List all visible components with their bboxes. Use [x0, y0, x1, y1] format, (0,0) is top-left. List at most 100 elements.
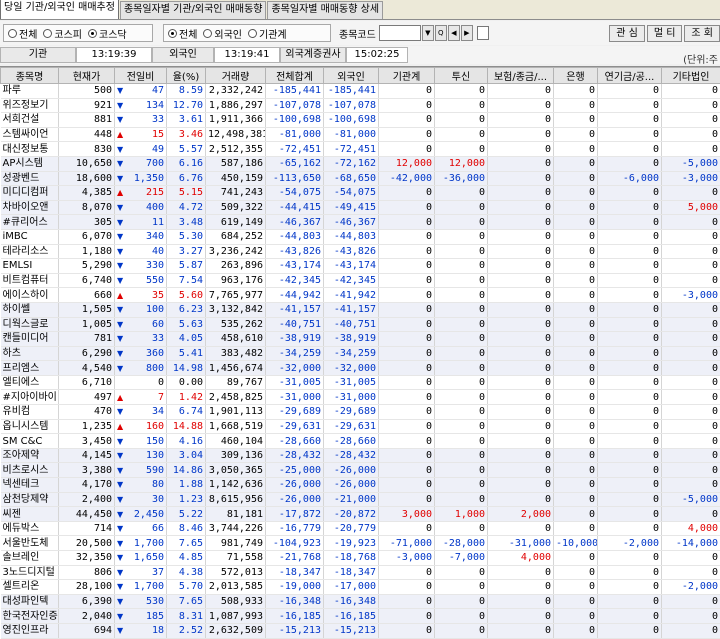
- net-trade-value: 0: [553, 302, 598, 318]
- volume: 81,181: [205, 506, 266, 522]
- current-price: 714: [58, 521, 115, 537]
- table-row[interactable]: 에이스하이 660 ▲ 35 5.60 7,765,977 -44,942 -41,942 0 0…: [0, 287, 720, 303]
- table-row[interactable]: 디웍스글로 1,005 ▼ 60 5.63 535,262 -40,751 -40,751 0 0…: [0, 317, 720, 333]
- table-row[interactable]: EMLSI 5,290 ▼ 330 5.87 263,896 -43,174 -43,174 0…: [0, 258, 720, 274]
- net-trade-value: 0: [597, 127, 662, 143]
- table-row[interactable]: iMBC 6,070 ▼ 340 5.30 684,252 -44,803 -44,803 0 0…: [0, 229, 720, 245]
- net-trade-value: 0: [378, 127, 435, 143]
- next-arrow-icon[interactable]: ▶: [460, 25, 473, 41]
- col-header[interactable]: 현재가: [58, 67, 115, 84]
- table-row[interactable]: 씨젠 44,450 ▼ 2,450 5.22 81,181 -17,872 -20,872 3,…: [0, 506, 720, 522]
- table-row[interactable]: 엘티에스 6,710 0 0.00 89,767 -31,005 -31,005 0 0 0 0 0…: [0, 375, 720, 391]
- table-row[interactable]: 조아제약 4,145 ▼ 130 3.04 309,136 -28,432 -28,432 0 0…: [0, 448, 720, 464]
- table-row[interactable]: AP시스템 10,650 ▼ 700 6.16 587,186 -65,162 -72,162…: [0, 156, 720, 172]
- net-trade-value: 0: [434, 360, 488, 376]
- prev-arrow-icon[interactable]: ◀: [447, 25, 460, 41]
- col-header[interactable]: 율(%): [166, 67, 206, 84]
- table-row[interactable]: 대성파인텍 6,390 ▼ 530 7.65 508,933 -16,348 -16,348 0…: [0, 594, 720, 610]
- net-trade-value: 2,000: [487, 506, 554, 522]
- table-row[interactable]: #지아이바이 497 ▲ 7 1.42 2,458,825 -31,000 -31,000 0 0…: [0, 389, 720, 406]
- table-row[interactable]: 하츠 6,290 ▼ 360 5.41 383,482 -34,259 -34,259 0 0 0 0…: [0, 346, 720, 362]
- code-dropdown-button[interactable]: ▼: [421, 25, 434, 41]
- investor-radio-all[interactable]: 전체: [168, 26, 197, 41]
- table-row[interactable]: 프리엠스 4,540 ▼ 800 14.98 1,456,674 -32,000 -32,00…: [0, 360, 720, 376]
- table-row[interactable]: 유비컴 470 ▼ 34 6.74 1,901,113 -29,689 -29,689 0 0 0 0…: [0, 404, 720, 420]
- net-trade-value: 0: [597, 608, 662, 624]
- stock-name: 캔들미디어: [0, 331, 59, 347]
- table-row[interactable]: 서울반도체 20,500 ▼ 1,700 7.65 981,749 -104,923 -19,…: [0, 535, 720, 551]
- tab-daily-inst-foreign[interactable]: 당일 기관/외국인 매매추정: [0, 0, 119, 19]
- stock-name: 하이쎌: [0, 302, 59, 318]
- col-header[interactable]: 은행: [553, 67, 598, 84]
- col-header[interactable]: 기타법인: [661, 67, 720, 84]
- table-row[interactable]: 한국전자인증 2,040 ▼ 185 8.31 1,087,993 -16,185 -16,1…: [0, 608, 720, 624]
- price-change-value: 0: [157, 377, 164, 389]
- table-row[interactable]: 위즈정보기 921 ▼ 134 12.70 1,886,297 -107,078 -107,0…: [0, 98, 720, 114]
- favorites-button[interactable]: 관 심: [609, 24, 645, 42]
- stock-name: 디웍스글로: [0, 317, 59, 333]
- code-search-icon[interactable]: Q: [434, 25, 447, 41]
- table-row[interactable]: 스템싸이언 448 ▲ 15 3.46 12,498,381 -81,000 -81,000 0…: [0, 127, 720, 143]
- net-trade-value: 0: [661, 273, 720, 289]
- table-row[interactable]: 3노드디지털 806 ▼ 37 4.38 572,013 -18,347 -18,347 0 0 0…: [0, 565, 720, 581]
- col-header[interactable]: 연기금/공...: [597, 67, 662, 84]
- table-row[interactable]: 대신정보통 830 ▼ 49 5.57 2,512,355 -72,451 -72,451 0 0…: [0, 141, 720, 157]
- table-row[interactable]: 미디디컴퍼 4,385 ▲ 215 5.15 741,243 -54,075 -54,075 0…: [0, 185, 720, 201]
- net-trade-value: 0: [487, 112, 554, 128]
- net-trade-value: 0: [661, 83, 720, 99]
- time-bar: 기관 13:19:39 외국인 13:19:41 외국계증권사 15:02:25: [0, 46, 720, 64]
- net-trade-value: -21,768: [265, 550, 324, 566]
- table-row[interactable]: #큐리어스 305 ▼ 11 3.48 619,149 -46,367 -46,367 0 0 0 0…: [0, 214, 720, 230]
- net-trade-value: -20,872: [323, 506, 379, 522]
- net-trade-value: 0: [378, 419, 435, 435]
- market-radio-kosdaq[interactable]: 코스닥: [88, 26, 127, 41]
- col-header[interactable]: 종목명: [0, 67, 59, 84]
- tab-stock-daily-detail[interactable]: 종목일자별 매매동향 상세: [267, 1, 384, 19]
- table-row[interactable]: 솔브레인 32,350 ▼ 1,650 4.85 71,558 -21,768 -18,768…: [0, 550, 720, 566]
- table-row[interactable]: 비츠로시스 3,380 ▼ 590 14.86 3,050,365 -25,000 -26,0…: [0, 462, 720, 479]
- trade-table[interactable]: 종목명 현재가 전일비 율(%) 거래량 전체합계 외국인 기관계 투신 보험/…: [0, 66, 720, 639]
- table-row[interactable]: 캔들미디어 781 ▼ 33 4.05 458,610 -38,919 -38,919 0 0 0 0…: [0, 331, 720, 347]
- table-row[interactable]: SM C&C 3,450 ▼ 150 4.16 460,104 -28,660 -28,660…: [0, 433, 720, 449]
- table-row[interactable]: 옵니시스템 1,235 ▲ 160 14.88 1,668,519 -29,631 -29,6…: [0, 419, 720, 435]
- table-row[interactable]: 영진인프라 694 ▼ 18 2.52 2,632,509 -15,213 -15,213 0 0…: [0, 623, 720, 639]
- change-rate: 3.48: [166, 214, 206, 230]
- document-icon[interactable]: [476, 26, 489, 40]
- col-header[interactable]: 투신: [434, 67, 488, 84]
- net-trade-value: -28,432: [323, 448, 379, 464]
- table-row[interactable]: 셀트리온 28,100 ▼ 1,700 5.70 2,013,585 -19,000 -17,…: [0, 579, 720, 595]
- col-header[interactable]: 기관계: [378, 67, 435, 84]
- col-header[interactable]: 외국인: [323, 67, 379, 84]
- multi-button[interactable]: 멀 티: [646, 24, 683, 42]
- net-trade-value: 0: [597, 214, 662, 230]
- current-price: 1,180: [58, 244, 115, 260]
- col-header[interactable]: 전체합계: [265, 67, 324, 84]
- col-header[interactable]: 거래량: [205, 67, 266, 84]
- table-row[interactable]: 비트컴퓨터 6,740 ▼ 550 7.54 963,176 -42,345 -42,345 0…: [0, 273, 720, 289]
- tab-stock-daily-trend[interactable]: 종목일자별 기관/외국인 매매동향: [119, 1, 267, 19]
- net-trade-value: -104,923: [265, 535, 324, 551]
- col-header[interactable]: 보험/종금/...: [487, 67, 554, 84]
- net-trade-value: -21,000: [323, 492, 379, 508]
- table-row[interactable]: 테라리소스 1,180 ▼ 40 3.27 3,236,242 -43,826 -43,826…: [0, 244, 720, 260]
- market-radio-kospi[interactable]: 코스피: [43, 26, 82, 41]
- stock-code-input[interactable]: [378, 25, 421, 41]
- market-radio-all[interactable]: 전체: [8, 26, 37, 41]
- table-row[interactable]: 삼천당제약 2,400 ▼ 30 1.23 8,615,956 -26,000 -21,000…: [0, 492, 720, 508]
- table-row[interactable]: 서희건설 881 ▼ 33 3.61 1,911,366 -100,698 -100,698 0…: [0, 112, 720, 128]
- down-triangle-icon: ▼: [117, 436, 124, 446]
- investor-radio-institution[interactable]: 기관계: [248, 26, 287, 41]
- table-row[interactable]: 에듀박스 714 ▼ 66 8.46 3,744,226 -16,779 -20,779 0 0 0…: [0, 521, 720, 537]
- table-row[interactable]: 하이쎌 1,505 ▼ 100 6.23 3,132,842 -41,157 -41,157 0…: [0, 302, 720, 318]
- investor-radio-foreign[interactable]: 외국인: [203, 26, 242, 41]
- table-row[interactable]: 넥센테크 4,170 ▼ 80 1.88 1,142,636 -26,000 -26,000 0…: [0, 477, 720, 493]
- foreign-time-value: 13:19:41: [214, 47, 280, 63]
- query-button[interactable]: 조 회: [684, 24, 720, 42]
- table-row[interactable]: 파루 500 ▼ 47 8.59 2,332,242 -185,441 -185,441 0 0 0…: [0, 83, 720, 99]
- net-trade-value: 0: [553, 229, 598, 245]
- net-trade-value: -31,000: [265, 389, 324, 406]
- col-header[interactable]: 전일비: [114, 67, 167, 84]
- table-row[interactable]: 성광벤드 18,600 ▼ 1,350 6.76 450,159 -113,650 -68,6…: [0, 171, 720, 187]
- table-row[interactable]: 차바이오앤 8,070 ▼ 400 4.72 509,322 -44,415 -49,415 0…: [0, 200, 720, 216]
- price-change-value: 550: [145, 275, 164, 287]
